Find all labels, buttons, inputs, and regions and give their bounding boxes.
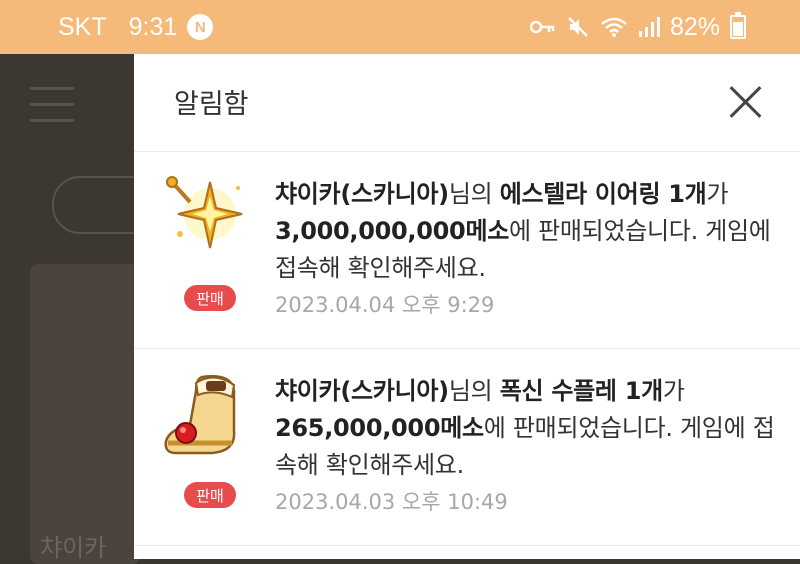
carrier-label: SKT bbox=[58, 12, 107, 41]
battery-icon bbox=[730, 12, 746, 39]
price: 265,000,000메소 bbox=[275, 414, 484, 442]
close-icon[interactable] bbox=[728, 85, 762, 119]
panel-header: 알림함 bbox=[134, 54, 800, 152]
notification-item[interactable]: 판매 챠이카(스카니아)님의 폭신 수플레 1개가 265,000,000메소에… bbox=[134, 349, 800, 546]
sold-badge: 판매 bbox=[184, 285, 236, 311]
message-text: 가 bbox=[706, 180, 729, 208]
seller-name: 챠이카(스카니아) bbox=[275, 180, 449, 208]
message-text: 가 bbox=[662, 377, 685, 405]
menu-icon bbox=[30, 87, 74, 135]
sold-badge: 판매 bbox=[184, 482, 236, 508]
wifi-icon bbox=[600, 16, 628, 38]
notification-date: 2023.04.03 오후 10:49 bbox=[275, 490, 508, 514]
message-text: 님의 bbox=[448, 180, 500, 208]
clock: 9:31 bbox=[128, 12, 178, 41]
earring-item-icon bbox=[162, 174, 246, 264]
key-icon bbox=[529, 19, 556, 35]
app-notification-icon: N bbox=[187, 14, 214, 40]
notification-panel: 알림함 판매 챠이카(스카니아)님의 에스텔라 이어링 1개가 3,000,00… bbox=[134, 54, 800, 559]
status-bar: SKT 9:31 N 82% bbox=[0, 0, 800, 54]
seller-name: 챠이카(스카니아) bbox=[275, 377, 449, 405]
item-name: 폭신 수플레 1개 bbox=[499, 377, 664, 405]
panel-title: 알림함 bbox=[174, 89, 249, 120]
signal-icon bbox=[638, 16, 660, 38]
background-text: 챠이카 bbox=[40, 534, 107, 562]
notification-message: 챠이카(스카니아)님의 에스텔라 이어링 1개가 3,000,000,000메소… bbox=[275, 176, 775, 287]
mute-icon bbox=[566, 15, 590, 39]
background-card bbox=[30, 264, 140, 564]
shoes-item-icon bbox=[162, 371, 246, 461]
notification-message: 챠이카(스카니아)님의 폭신 수플레 1개가 265,000,000메소에 판매… bbox=[275, 373, 775, 484]
item-name: 에스텔라 이어링 1개 bbox=[499, 180, 707, 208]
notification-item[interactable]: 판매 챠이카(스카니아)님의 에스텔라 이어링 1개가 3,000,000,00… bbox=[134, 152, 800, 349]
battery-percent: 82% bbox=[669, 12, 720, 41]
notification-date: 2023.04.04 오후 9:29 bbox=[275, 293, 495, 317]
price: 3,000,000,000메소 bbox=[275, 217, 510, 245]
message-text: 님의 bbox=[448, 377, 500, 405]
